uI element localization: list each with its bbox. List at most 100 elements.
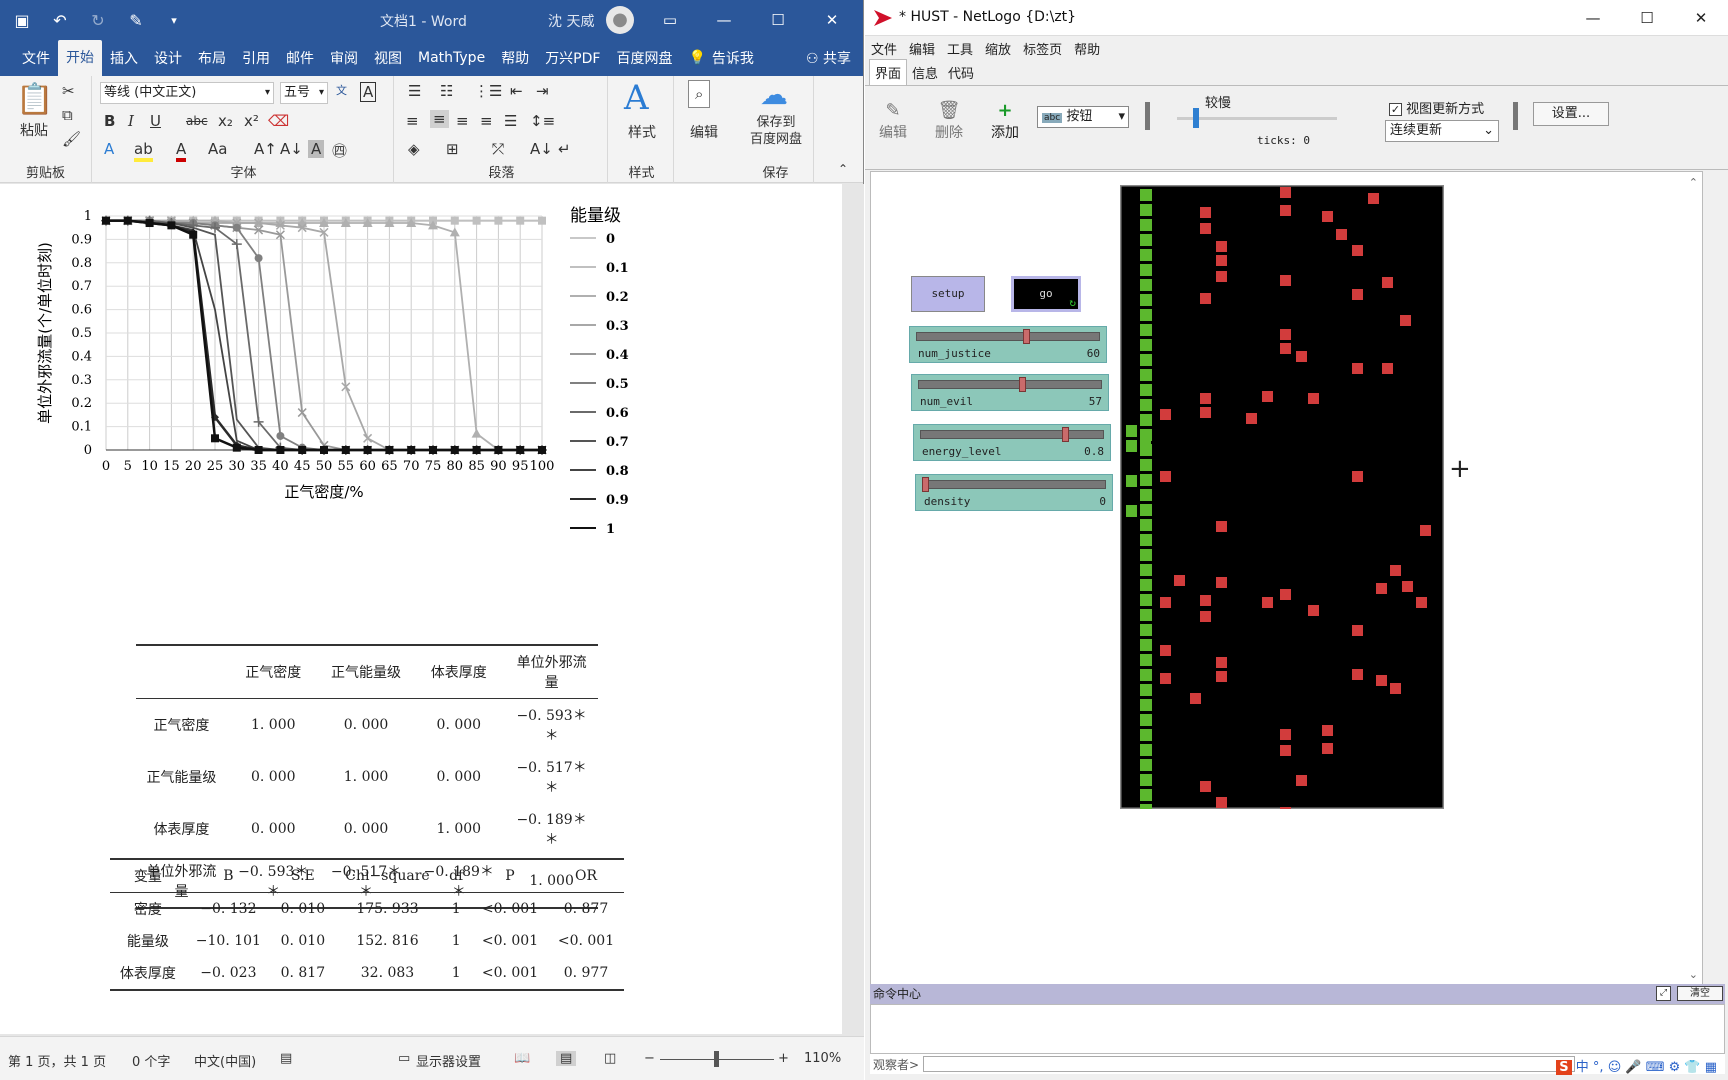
world-view[interactable] <box>1120 185 1444 809</box>
language-status[interactable]: 中文(中国) <box>194 1051 256 1070</box>
tab-layout[interactable]: 布局 <box>190 43 234 73</box>
tab-info[interactable]: 信息 <box>907 60 943 85</box>
magnifier-icon[interactable]: ⌕ <box>688 80 711 108</box>
web-layout-icon[interactable]: ◫ <box>604 1051 616 1066</box>
paste-icon[interactable]: 📋 <box>16 82 53 117</box>
speed-slider[interactable] <box>1177 117 1337 120</box>
font-color-icon[interactable]: A <box>176 140 187 162</box>
command-input[interactable] <box>923 1056 1575 1072</box>
slider-track[interactable] <box>920 430 1104 439</box>
delete-widget-button[interactable]: 🗑 删除 <box>935 100 963 142</box>
increase-indent-icon[interactable]: ⇥ <box>536 82 549 100</box>
sort-icon[interactable]: A↓ <box>530 140 553 158</box>
edit-widget-button[interactable]: ✎ 编辑 <box>879 100 907 142</box>
undo-icon[interactable]: ↶ <box>48 8 72 32</box>
minimize-icon[interactable]: — <box>1566 0 1620 36</box>
slider-thumb[interactable] <box>1019 377 1027 392</box>
read-mode-icon[interactable]: 📖 <box>514 1051 530 1066</box>
change-case-icon[interactable]: Aa <box>208 140 227 158</box>
macro-icon[interactable]: ▤ <box>280 1051 292 1066</box>
tab-design[interactable]: 设计 <box>146 43 190 73</box>
tab-help[interactable]: 帮助 <box>493 43 537 73</box>
speed-slider-thumb[interactable] <box>1193 108 1199 128</box>
enclose-char-icon[interactable]: ㊃ <box>332 140 347 161</box>
bullets-icon[interactable]: ☰ <box>408 82 421 100</box>
styles-icon[interactable]: A <box>624 78 649 118</box>
strikethrough-icon[interactable]: abc <box>186 114 208 128</box>
slider-num_evil[interactable]: num_evil 57 <box>911 374 1109 411</box>
tab-interface[interactable]: 界面 <box>869 59 908 85</box>
copy-icon[interactable]: ⧉ <box>62 106 73 124</box>
scroll-up-icon[interactable]: ⌃ <box>1689 176 1698 189</box>
cut-icon[interactable]: ✂ <box>62 82 75 100</box>
update-mode-select[interactable]: 连续更新 ⌄ <box>1385 120 1499 142</box>
save-to-baidu-button[interactable]: 保存到 百度网盘 <box>740 114 812 148</box>
slider-track[interactable] <box>922 480 1106 489</box>
menu-help[interactable]: 帮助 <box>1074 39 1100 58</box>
tab-review[interactable]: 审阅 <box>322 43 366 73</box>
char-shading-icon[interactable]: A <box>308 140 325 158</box>
settings-button[interactable]: 设置... <box>1533 102 1609 126</box>
chinese-layout-icon[interactable]: ⤱ <box>492 140 504 158</box>
slider-density[interactable]: density 0 <box>915 474 1113 511</box>
menu-zoom[interactable]: 缩放 <box>985 39 1011 58</box>
word-count[interactable]: 0 个字 <box>132 1051 170 1070</box>
tab-mailings[interactable]: 邮件 <box>278 43 322 73</box>
underline-icon[interactable]: U <box>150 112 161 130</box>
zoom-level[interactable]: 110% <box>804 1051 841 1066</box>
avatar[interactable]: ● <box>606 6 634 34</box>
tab-home[interactable]: 开始 <box>58 40 102 76</box>
clear-button[interactable]: 清空 <box>1677 986 1723 1001</box>
italic-icon[interactable]: I <box>128 112 134 130</box>
slider-thumb[interactable] <box>1022 329 1030 344</box>
tab-code[interactable]: 代码 <box>943 60 979 85</box>
slider-thumb[interactable] <box>922 477 929 492</box>
scroll-down-icon[interactable]: ⌄ <box>1689 968 1698 981</box>
maximize-icon[interactable]: ☐ <box>1620 0 1674 36</box>
numbering-icon[interactable]: ☷ <box>440 82 453 100</box>
slider-thumb[interactable] <box>1062 427 1070 442</box>
subscript-icon[interactable]: x₂ <box>218 112 233 130</box>
slider-num_justice[interactable]: num_justice 60 <box>909 326 1107 363</box>
collapse-ribbon-icon[interactable]: ⌃ <box>838 162 848 176</box>
decrease-indent-icon[interactable]: ⇤ <box>510 82 523 100</box>
justify-icon[interactable]: ≡ <box>480 112 493 130</box>
observer-label[interactable]: 观察者> <box>870 1056 919 1073</box>
baidu-cloud-icon[interactable]: ☁ <box>760 78 788 111</box>
save-icon[interactable]: ▣ <box>10 8 34 32</box>
command-output[interactable] <box>870 1004 1725 1054</box>
align-center-icon[interactable]: ≡ <box>430 110 449 128</box>
bold-icon[interactable]: B <box>104 112 115 130</box>
font-size-combo[interactable]: 五号 ▾ <box>280 82 328 104</box>
menu-file[interactable]: 文件 <box>871 39 897 58</box>
ime-toolbar[interactable]: S 中 °, ☺ 🎤 ⌨ ⚙ 👕 ▦ <box>1556 1056 1717 1075</box>
distributed-icon[interactable]: ☰ <box>504 112 517 130</box>
tab-references[interactable]: 引用 <box>234 43 278 73</box>
borders-icon[interactable]: ⊞ <box>446 140 459 158</box>
slider-track[interactable] <box>916 332 1100 341</box>
align-left-icon[interactable]: ≡ <box>406 112 419 130</box>
close-icon[interactable]: ✕ <box>805 0 859 40</box>
checkbox-checked-icon[interactable]: ✓ <box>1389 103 1402 116</box>
document-page[interactable]: 0 0.1 0.2 0.3 0.4 0.5 0.6 0.7 0.8 0.9 1 0 5 10 15 20 25 3… <box>0 184 842 1034</box>
char-border-icon[interactable]: A <box>360 82 377 102</box>
paste-label[interactable]: 粘贴 <box>20 120 48 140</box>
menu-edit[interactable]: 编辑 <box>909 39 935 58</box>
tab-wanxing-pdf[interactable]: 万兴PDF <box>537 43 608 73</box>
user-name[interactable]: 沈 天威 <box>548 11 594 31</box>
align-right-icon[interactable]: ≡ <box>456 112 469 130</box>
expand-icon[interactable]: ⤢ <box>1656 986 1671 1001</box>
tab-baidu-netdisk[interactable]: 百度网盘 <box>608 43 680 73</box>
share-button[interactable]: ⚇ 共享 <box>806 48 851 68</box>
print-layout-icon[interactable]: ▤ <box>556 1051 577 1066</box>
zoom-out-icon[interactable]: − <box>644 1051 655 1066</box>
sogou-logo-icon[interactable]: S <box>1556 1060 1572 1075</box>
minimize-icon[interactable]: — <box>697 0 751 40</box>
superscript-icon[interactable]: x² <box>244 112 259 130</box>
touch-mode-icon[interactable]: ✎ <box>124 8 148 32</box>
maximize-icon[interactable]: ☐ <box>751 0 805 40</box>
highlight-icon[interactable]: ab <box>134 140 153 162</box>
phonetic-guide-icon[interactable]: 文 <box>336 82 347 98</box>
setup-button[interactable]: setup <box>911 276 985 312</box>
page-count[interactable]: 第 1 页，共 1 页 <box>8 1051 106 1070</box>
